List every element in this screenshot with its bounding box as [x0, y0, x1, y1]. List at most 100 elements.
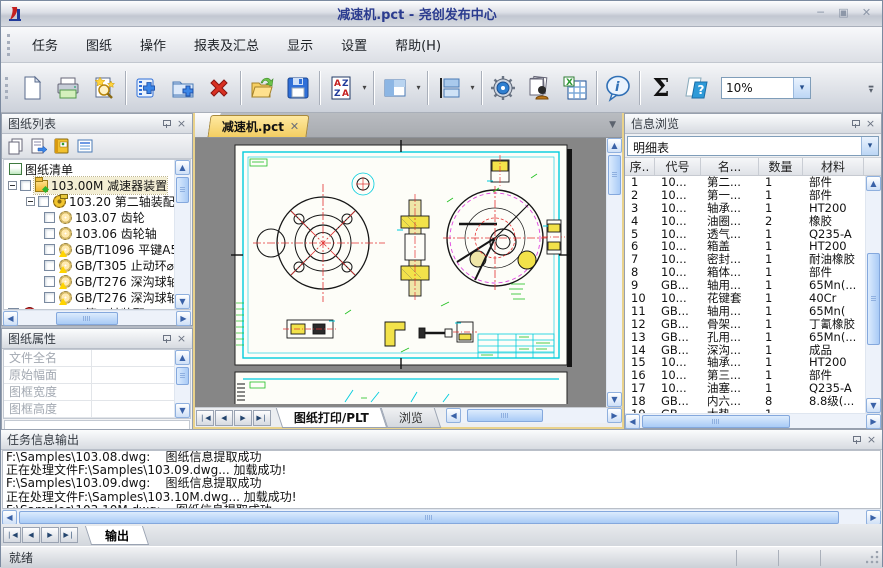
bom-vertical-scrollbar[interactable]: ▲ ▼	[865, 176, 881, 413]
last-tab-button[interactable]: ▶❘	[60, 527, 78, 543]
load-file-button[interactable]	[244, 67, 280, 109]
bom-table-row[interactable]: 1710...油塞...1Q235-A	[625, 382, 865, 395]
menu-item[interactable]: 显示	[275, 30, 325, 59]
scroll-thumb[interactable]	[867, 253, 880, 345]
tree-item[interactable]: GB/T276 深沟球轴承	[4, 289, 174, 305]
scroll-thumb[interactable]	[19, 511, 839, 524]
scroll-thumb[interactable]	[608, 155, 621, 195]
toolbar-overflow-icon[interactable]	[864, 68, 878, 108]
prev-page-button[interactable]: ◀	[215, 410, 233, 426]
add-folder-button[interactable]	[165, 67, 201, 109]
tab-list-dropdown-icon[interactable]	[609, 120, 616, 130]
settings-button[interactable]	[485, 67, 521, 109]
bom-table-row[interactable]: 810...箱体...1部件	[625, 266, 865, 279]
tree-checkbox[interactable]	[44, 212, 55, 223]
bom-column-header[interactable]: 序..	[625, 158, 655, 175]
canvas-vertical-scrollbar[interactable]: ▲ ▼	[606, 138, 622, 407]
next-page-button[interactable]: ▶	[234, 410, 252, 426]
bom-table-row[interactable]: 1010...花键套140Cr	[625, 292, 865, 305]
resize-grip-icon[interactable]	[866, 551, 880, 565]
scroll-thumb[interactable]	[467, 409, 543, 422]
scroll-thumb[interactable]	[56, 312, 118, 325]
menu-item[interactable]: 帮助(H)	[383, 30, 453, 59]
layout-dropdown[interactable]	[413, 83, 424, 92]
tree-checkbox[interactable]	[8, 308, 19, 310]
document-tab[interactable]: 减速机.pct ✕	[207, 115, 309, 137]
scroll-right-icon[interactable]: ▶	[607, 408, 622, 423]
tree-item[interactable]: 103.00M 减速器装置	[4, 177, 174, 193]
next-tab-button[interactable]: ▶	[41, 527, 59, 543]
pin-icon[interactable]	[159, 117, 174, 131]
last-page-button[interactable]: ▶❘	[253, 410, 271, 426]
tree-item[interactable]: 图纸清单	[4, 161, 174, 177]
tree-checkbox[interactable]	[44, 276, 55, 287]
pin-icon[interactable]	[848, 117, 863, 131]
bom-table-row[interactable]: 410...油圈...2橡胶	[625, 215, 865, 228]
bom-table-row[interactable]: 14GB...深沟...1成品	[625, 344, 865, 357]
tree-horizontal-scrollbar[interactable]: ◀ ▶	[3, 310, 191, 325]
bom-column-header[interactable]: 代号	[655, 158, 701, 175]
tree-item[interactable]: 103.06 齿轮轴	[4, 225, 174, 241]
close-panel-icon[interactable]: ×	[174, 332, 189, 346]
bom-table-row[interactable]: 18GB...内六...88.8级(...	[625, 395, 865, 408]
property-row[interactable]: 文件全名	[4, 350, 174, 367]
help-button[interactable]: ?	[679, 67, 715, 109]
details-view-icon[interactable]	[76, 137, 94, 155]
scroll-up-icon[interactable]: ▲	[175, 160, 190, 175]
tree-checkbox[interactable]	[38, 196, 49, 207]
layout-button[interactable]	[377, 67, 413, 109]
close-panel-icon[interactable]: ×	[174, 117, 189, 131]
bom-column-header[interactable]: 数量	[759, 158, 803, 175]
task-log[interactable]: F:\Samples\103.08.dwg: 图纸信息提取成功正在处理文件F:\…	[2, 450, 881, 509]
pin-icon[interactable]	[849, 433, 864, 447]
scroll-down-icon[interactable]: ▼	[866, 398, 881, 413]
scroll-down-icon[interactable]: ▼	[607, 392, 622, 407]
scroll-up-icon[interactable]: ▲	[175, 350, 190, 365]
property-row[interactable]: 图框宽度	[4, 384, 174, 401]
tab-close-icon[interactable]: ✕	[290, 120, 299, 133]
print-preview-button[interactable]	[86, 67, 122, 109]
bom-horizontal-scrollbar[interactable]: ◀ ▶	[625, 413, 881, 428]
property-row[interactable]: 图框高度	[4, 401, 174, 418]
report-table-button[interactable]: X	[557, 67, 593, 109]
close-panel-icon[interactable]: ×	[863, 117, 878, 131]
bom-table-row[interactable]: 12GB...骨架...1丁氰橡胶	[625, 318, 865, 331]
scroll-thumb[interactable]	[176, 367, 189, 385]
add-drawing-button[interactable]	[129, 67, 165, 109]
property-row[interactable]: 原始幅面	[4, 367, 174, 384]
scroll-thumb[interactable]	[642, 415, 790, 428]
export-list-icon[interactable]	[30, 137, 48, 155]
close-panel-icon[interactable]: ×	[864, 433, 879, 447]
tree-item[interactable]: 103.10 第一轴装配	[4, 305, 174, 309]
menu-item[interactable]: 设置	[329, 30, 379, 59]
canvas-horizontal-scrollbar[interactable]: ◀ ▶	[446, 408, 622, 423]
properties-vertical-scrollbar[interactable]: ▲ ▼	[174, 350, 190, 418]
bom-table-row[interactable]: 610...箱盖1HT200	[625, 240, 865, 253]
close-button[interactable]: ✕	[856, 5, 877, 22]
tree-expander[interactable]	[8, 181, 17, 190]
log-horizontal-scrollbar[interactable]: ◀ ▶	[2, 509, 881, 524]
scroll-right-icon[interactable]: ▶	[866, 414, 881, 429]
title-bar[interactable]: 减速机.pct - 尧创发布中心 ─ ▣ ✕	[1, 1, 882, 27]
tree-item[interactable]: 103.20 第二轴装配	[4, 193, 174, 209]
tree-item[interactable]: GB/T276 深沟球轴承	[4, 273, 174, 289]
scroll-up-icon[interactable]: ▲	[866, 176, 881, 191]
first-tab-button[interactable]: ❘◀	[3, 527, 21, 543]
bom-column-header[interactable]: 材料	[803, 158, 864, 175]
bom-table-row[interactable]: 1510...轴承...1HT200	[625, 356, 865, 369]
menu-item[interactable]: 图纸	[74, 30, 124, 59]
menu-item[interactable]: 任务	[20, 30, 70, 59]
scroll-right-icon[interactable]: ▶	[176, 311, 191, 326]
scroll-left-icon[interactable]: ◀	[2, 510, 17, 525]
batch-process-button[interactable]	[521, 67, 557, 109]
bom-table-row[interactable]: 710...密封...1耐油橡胶	[625, 253, 865, 266]
bom-table-row[interactable]: 9GB...轴用...165Mn(...	[625, 279, 865, 292]
save-button[interactable]	[280, 67, 316, 109]
view-tab[interactable]: 浏览	[381, 408, 442, 428]
summary-button[interactable]: Σ	[643, 67, 679, 109]
sort-dropdown[interactable]	[359, 83, 370, 92]
bom-table-row[interactable]: 1610...第三...1部件	[625, 369, 865, 382]
bom-table-row[interactable]: 13GB...孔用...165Mn(...	[625, 331, 865, 344]
tree-checkbox[interactable]	[44, 228, 55, 239]
scroll-thumb[interactable]	[176, 177, 189, 203]
